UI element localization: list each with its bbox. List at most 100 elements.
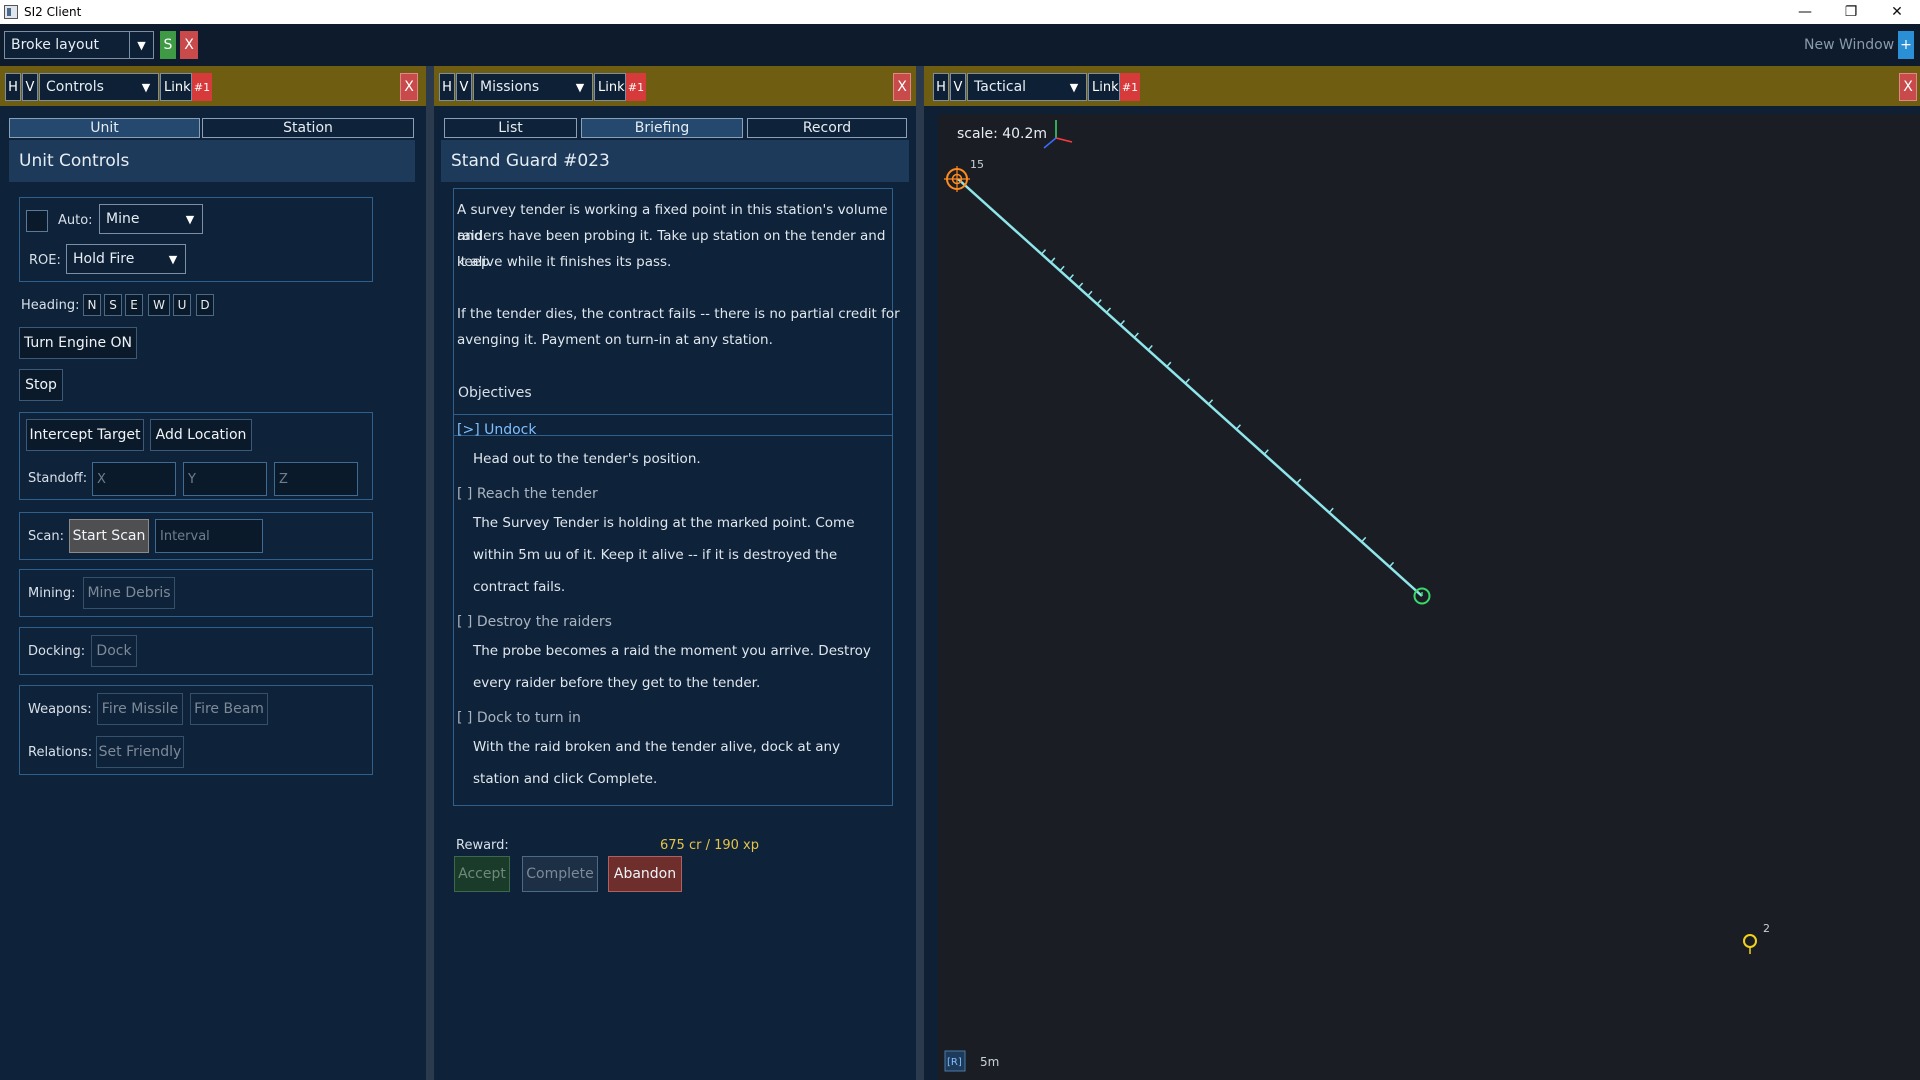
split-vertical-button[interactable]: V: [456, 73, 472, 101]
path-tick: [1040, 249, 1047, 255]
complete-button[interactable]: Complete: [522, 856, 598, 892]
target-marker[interactable]: [1413, 587, 1431, 605]
path-tick: [1133, 332, 1139, 338]
missions-view-dropdown[interactable]: Missions ▼: [473, 73, 593, 101]
mine-debris-button[interactable]: Mine Debris: [83, 577, 175, 609]
split-horizontal-button[interactable]: H: [439, 73, 455, 101]
description-line: If the tender dies, the contract fails -…: [457, 306, 900, 322]
dock-button[interactable]: Dock: [91, 635, 137, 667]
path-tick: [1296, 478, 1302, 484]
description-line: it alive while it finishes its pass.: [457, 254, 672, 270]
objective-detail: Head out to the tender's position.: [473, 451, 701, 467]
grid-scale-label: 5m: [980, 1055, 999, 1069]
heading-s-button[interactable]: S: [104, 294, 122, 316]
path-tick: [1147, 345, 1153, 351]
split-horizontal-button[interactable]: H: [933, 73, 949, 101]
path-tick: [1105, 307, 1112, 313]
weapons-label: Weapons:: [28, 702, 92, 717]
link-button[interactable]: Link: [594, 73, 626, 101]
standoff-x-input[interactable]: X: [92, 462, 176, 496]
path-tick: [1050, 257, 1056, 263]
reset-view-button[interactable]: [R]: [944, 1050, 966, 1072]
new-window-button[interactable]: +: [1898, 31, 1914, 59]
reward-value: 675 cr / 190 xp: [660, 838, 759, 853]
save-layout-button[interactable]: S: [160, 31, 176, 59]
app-icon: [4, 5, 18, 19]
controls-view-dropdown[interactable]: Controls ▼: [39, 73, 159, 101]
origin-marker[interactable]: 15: [944, 158, 984, 192]
tab-briefing[interactable]: Briefing: [581, 118, 743, 138]
path-ticks: [1040, 249, 1395, 568]
heading-u-button[interactable]: U: [173, 294, 191, 316]
stop-button[interactable]: Stop: [19, 369, 63, 401]
turn-engine-on-button[interactable]: Turn Engine ON: [19, 327, 137, 359]
chevron-down-icon: ▼: [575, 80, 585, 94]
delete-layout-button[interactable]: X: [180, 31, 198, 59]
close-panel-button[interactable]: X: [893, 73, 911, 101]
auto-dropdown[interactable]: Mine ▼: [99, 204, 203, 234]
tab-list[interactable]: List: [444, 118, 577, 138]
contact-marker[interactable]: 2: [1743, 922, 1770, 954]
link-button[interactable]: Link: [160, 73, 192, 101]
accept-button[interactable]: Accept: [454, 856, 510, 892]
scan-interval-input[interactable]: Interval: [155, 519, 263, 553]
start-scan-button[interactable]: Start Scan: [69, 519, 149, 553]
objectives-label: Objectives: [458, 385, 532, 401]
abandon-button[interactable]: Abandon: [608, 856, 682, 892]
split-horizontal-button[interactable]: H: [5, 73, 21, 101]
objective-detail: station and click Complete.: [473, 771, 658, 787]
intercept-target-button[interactable]: Intercept Target: [26, 419, 144, 451]
title-bar: SI2 Client — ❐ ✕: [0, 0, 1920, 24]
layout-dropdown-value: Broke layout: [11, 37, 99, 53]
objective-destroy-raiders: [ ] Destroy the raiders: [457, 614, 612, 630]
set-friendly-button[interactable]: Set Friendly: [96, 736, 184, 768]
missions-panel-header: H V Missions ▼ Link #1 X: [434, 66, 916, 106]
path-tick: [1388, 561, 1395, 568]
tactical-map-svg[interactable]: scale: 40.2m 15 2 [R] 5m: [938, 114, 1920, 1080]
close-panel-button[interactable]: X: [1899, 73, 1917, 101]
tactical-view-dropdown[interactable]: Tactical ▼: [967, 73, 1087, 101]
chevron-down-icon: ▼: [185, 212, 195, 226]
heading-d-button[interactable]: D: [196, 294, 214, 316]
roe-dropdown[interactable]: Hold Fire ▼: [66, 244, 186, 274]
split-vertical-button[interactable]: V: [22, 73, 38, 101]
restore-button[interactable]: ❐: [1828, 0, 1874, 24]
scan-label: Scan:: [28, 529, 64, 544]
tactical-map[interactable]: scale: 40.2m 15 2 [R] 5m: [938, 114, 1920, 1080]
standoff-label: Standoff:: [28, 471, 88, 486]
standoff-z-input[interactable]: Z: [274, 462, 358, 496]
tab-record[interactable]: Record: [747, 118, 907, 138]
fire-missile-button[interactable]: Fire Missile: [97, 693, 183, 725]
tab-unit[interactable]: Unit: [9, 118, 200, 138]
link-badge: #1: [192, 73, 212, 101]
heading-e-button[interactable]: E: [125, 294, 143, 316]
controls-panel-header: H V Controls ▼ Link #1 X: [0, 66, 426, 106]
top-toolbar: Broke layout ▼ S X New Window +: [0, 24, 1920, 66]
path-tick: [1263, 449, 1269, 455]
mining-label: Mining:: [28, 586, 76, 601]
close-panel-button[interactable]: X: [400, 73, 418, 101]
missions-panel: H V Missions ▼ Link #1 X List Briefing R…: [434, 66, 916, 1080]
panel-splitter[interactable]: [916, 66, 924, 1080]
auto-checkbox[interactable]: [26, 210, 48, 232]
add-location-button[interactable]: Add Location: [150, 419, 252, 451]
heading-n-button[interactable]: N: [83, 294, 101, 316]
layout-dropdown[interactable]: Broke layout ▼: [4, 31, 154, 59]
split-vertical-button[interactable]: V: [950, 73, 966, 101]
auto-label: Auto:: [58, 213, 93, 228]
axis-gizmo-icon: [1043, 120, 1073, 149]
standoff-y-input[interactable]: Y: [183, 462, 267, 496]
link-badge: #1: [1120, 73, 1140, 101]
close-window-button[interactable]: ✕: [1874, 0, 1920, 24]
link-button[interactable]: Link: [1088, 73, 1120, 101]
tactical-panel-header: H V Tactical ▼ Link #1 X: [924, 66, 1920, 106]
tab-station[interactable]: Station: [202, 118, 414, 138]
relations-label: Relations:: [28, 745, 93, 760]
objective-reach-tender: [ ] Reach the tender: [457, 486, 598, 502]
roe-dropdown-value: Hold Fire: [73, 251, 135, 267]
panel-splitter[interactable]: [426, 66, 434, 1080]
heading-w-button[interactable]: W: [148, 294, 170, 316]
controls-view-value: Controls: [46, 79, 104, 95]
minimize-button[interactable]: —: [1782, 0, 1828, 24]
fire-beam-button[interactable]: Fire Beam: [190, 693, 268, 725]
